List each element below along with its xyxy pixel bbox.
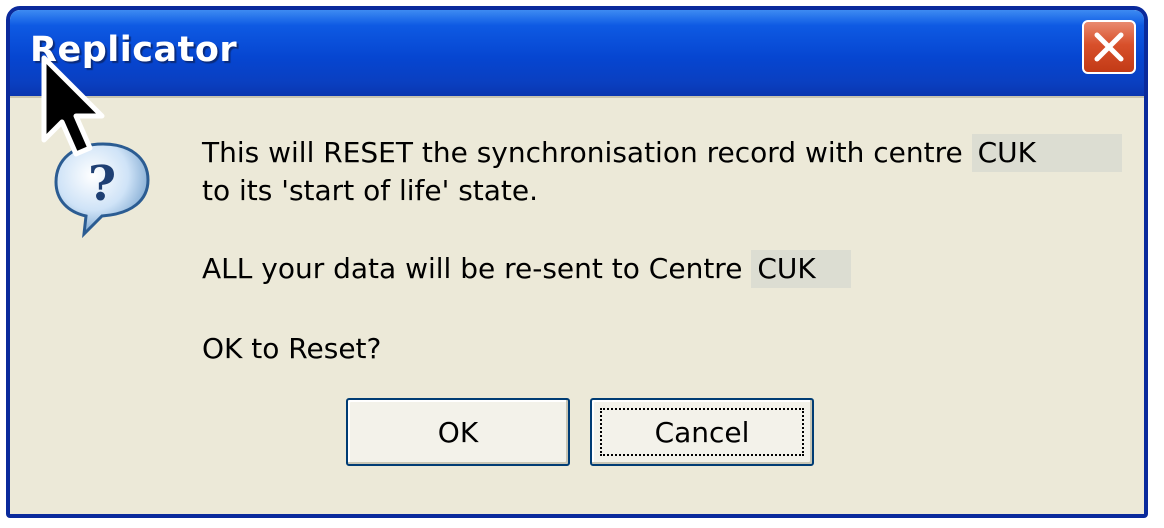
dialog-window: Replicator ? This will RESET the synchro… bbox=[6, 6, 1148, 518]
svg-text:?: ? bbox=[88, 156, 116, 212]
close-button[interactable] bbox=[1082, 20, 1136, 74]
centre-code-field: CUK bbox=[971, 134, 1122, 172]
message-line-1: This will RESET the synchronisation reco… bbox=[202, 134, 1122, 172]
centre-code-field-2: CUK bbox=[751, 250, 852, 288]
focus-ring bbox=[600, 408, 804, 456]
dialog-body: ? This will RESET the synchronisation re… bbox=[10, 96, 1144, 514]
message-text-3: ALL your data will be re-sent to Centre bbox=[202, 252, 743, 285]
title-bar[interactable]: Replicator bbox=[10, 10, 1144, 96]
message-line-2: to its 'start of life' state. bbox=[202, 174, 539, 207]
cancel-button[interactable]: Cancel bbox=[590, 398, 814, 466]
message-line-3: ALL your data will be re-sent to Centre … bbox=[202, 250, 852, 288]
ok-button-label: OK bbox=[437, 415, 479, 449]
mouse-cursor-icon bbox=[41, 55, 105, 157]
message-text-1: This will RESET the synchronisation reco… bbox=[202, 136, 963, 169]
confirm-question: OK to Reset? bbox=[202, 332, 382, 365]
close-icon bbox=[1094, 32, 1124, 62]
ok-button[interactable]: OK bbox=[346, 398, 570, 466]
